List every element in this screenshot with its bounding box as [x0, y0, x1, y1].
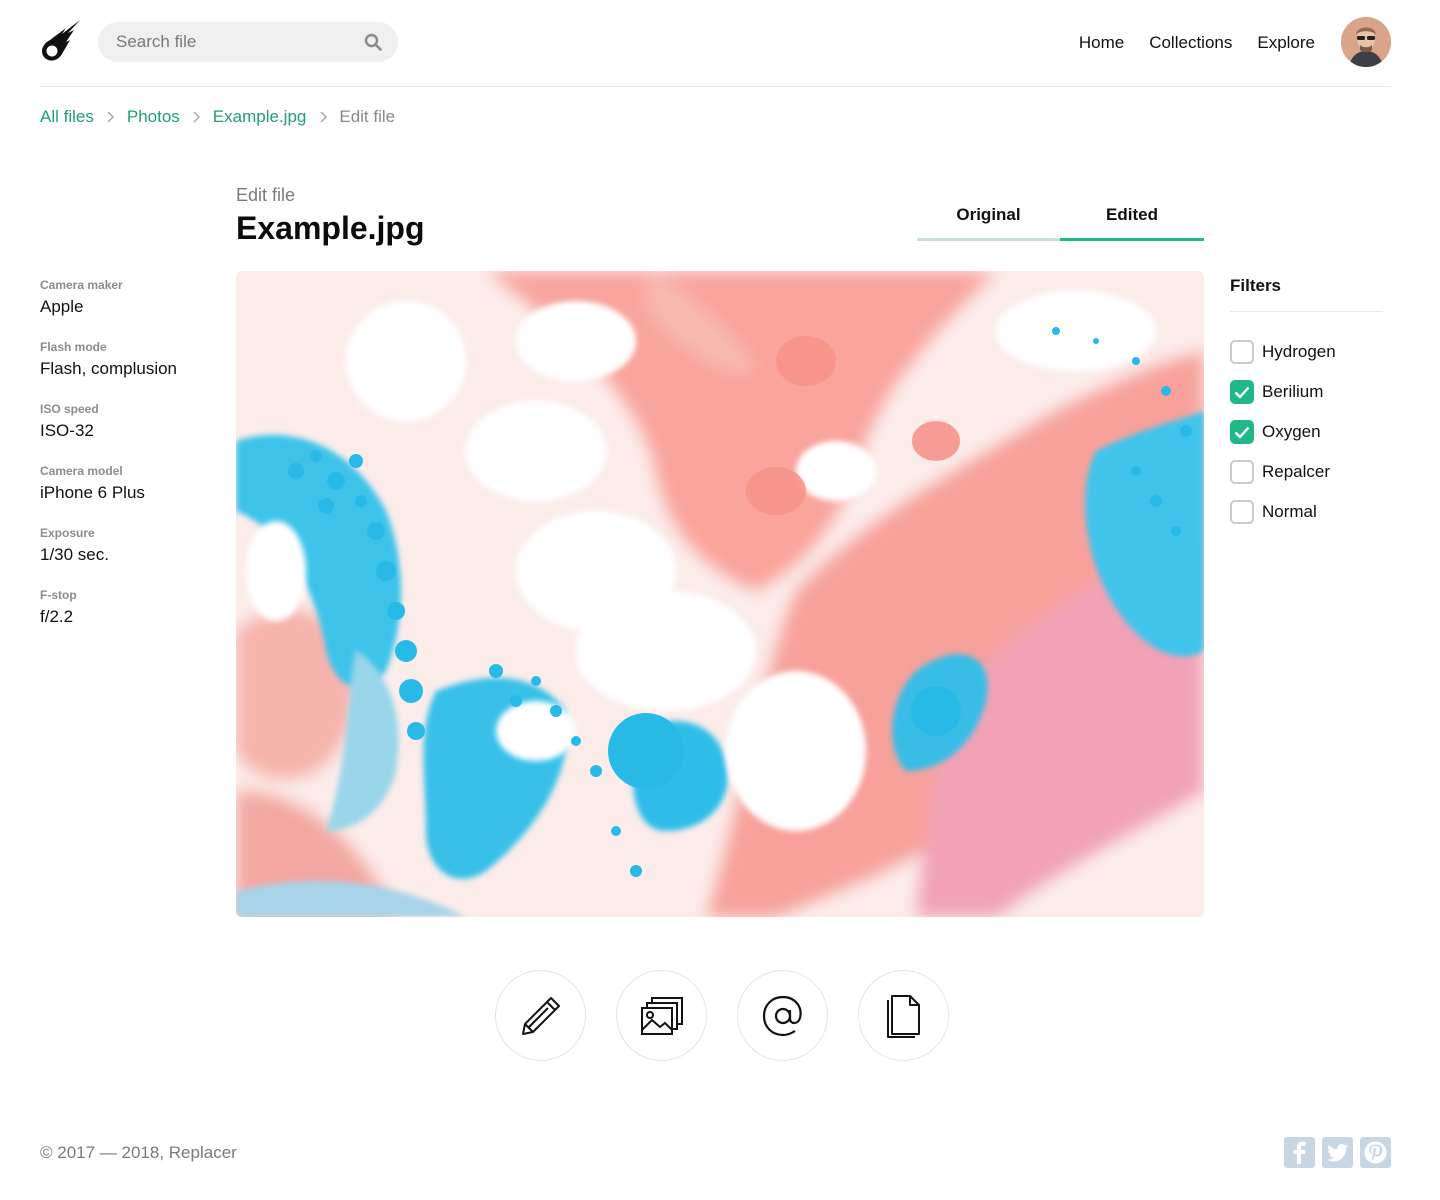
meta-exposure: Exposure 1/30 sec.: [40, 526, 220, 587]
filter-label: Repalcer: [1262, 462, 1331, 481]
chevron-right-icon: [94, 111, 127, 123]
comet-logo-icon[interactable]: [40, 20, 80, 62]
nav-home[interactable]: Home: [1079, 33, 1124, 53]
meta-value: f/2.2: [40, 607, 74, 626]
meta-flash-mode: Flash mode Flash, complusion: [40, 340, 220, 401]
filter-label: Hydrogen: [1262, 342, 1336, 361]
meta-value: iPhone 6 Plus: [40, 483, 145, 502]
twitter-icon[interactable]: [1322, 1137, 1353, 1168]
page-title: Example.jpg: [236, 210, 425, 246]
file-actions: [495, 970, 949, 1061]
filter-berilium[interactable]: Berilium: [1230, 372, 1383, 412]
search-icon[interactable]: [364, 33, 382, 51]
breadcrumb-all-files[interactable]: All files: [40, 107, 94, 127]
meta-label: Flash mode: [40, 340, 107, 354]
main-nav: Home Collections Explore: [1079, 33, 1315, 53]
breadcrumb-example-jpg[interactable]: Example.jpg: [213, 107, 307, 127]
tab-original[interactable]: Original: [917, 200, 1060, 241]
filter-label: Oxygen: [1262, 422, 1321, 441]
gallery-button[interactable]: [616, 970, 707, 1061]
checkmark-icon: [1234, 426, 1250, 439]
meta-label: F-stop: [40, 588, 77, 602]
filter-hydrogen[interactable]: Hydrogen: [1230, 332, 1383, 372]
meta-camera-maker: Camera maker Apple: [40, 278, 220, 339]
filter-normal[interactable]: Normal: [1230, 492, 1383, 532]
file-preview-image: [236, 271, 1204, 917]
document-button[interactable]: [858, 970, 949, 1061]
user-avatar[interactable]: [1341, 17, 1391, 67]
edit-button[interactable]: [495, 970, 586, 1061]
checkbox-checked[interactable]: [1230, 420, 1254, 444]
meta-label: Exposure: [40, 526, 95, 540]
copyright-text: © 2017 — 2018, Replacer: [40, 1143, 237, 1162]
meta-value: Apple: [40, 297, 84, 316]
pencil-icon: [521, 996, 560, 1035]
meta-label: Camera model: [40, 464, 123, 478]
meta-iso-speed: ISO speed ISO-32: [40, 402, 220, 463]
checkbox-unchecked[interactable]: [1230, 500, 1254, 524]
search-bar: [98, 22, 398, 62]
meta-label: ISO speed: [40, 402, 99, 416]
breadcrumb-current: Edit file: [339, 107, 396, 126]
checkmark-icon: [1234, 386, 1250, 399]
nav-collections[interactable]: Collections: [1149, 33, 1232, 53]
meta-value: Flash, complusion: [40, 359, 178, 378]
share-email-button[interactable]: [737, 970, 828, 1061]
at-sign-icon: [762, 995, 802, 1036]
breadcrumb: All files Photos Example.jpg Edit file: [40, 107, 395, 127]
breadcrumb-photos[interactable]: Photos: [127, 107, 180, 127]
meta-camera-model: Camera model iPhone 6 Plus: [40, 464, 220, 525]
pinterest-icon[interactable]: [1360, 1137, 1391, 1168]
meta-label: Camera maker: [40, 278, 123, 292]
meta-f-stop: F-stop f/2.2: [40, 588, 220, 649]
top-header: Home Collections Explore: [40, 0, 1391, 87]
meta-value: 1/30 sec.: [40, 545, 109, 564]
gallery-icon: [640, 996, 683, 1035]
nav-explore[interactable]: Explore: [1257, 33, 1315, 53]
filter-repalcer[interactable]: Repalcer: [1230, 452, 1383, 492]
filter-oxygen[interactable]: Oxygen: [1230, 412, 1383, 452]
filters-title: Filters: [1230, 276, 1383, 312]
checkbox-unchecked[interactable]: [1230, 460, 1254, 484]
social-links: [1284, 1137, 1391, 1168]
filter-label: Normal: [1262, 502, 1317, 521]
file-metadata: Camera maker Apple Flash mode Flash, com…: [40, 277, 220, 649]
view-tabs: Original Edited: [917, 200, 1204, 241]
filters-panel: Filters Hydrogen Berilium Oxygen Repalce…: [1230, 276, 1383, 532]
chevron-right-icon: [180, 111, 213, 123]
checkbox-unchecked[interactable]: [1230, 340, 1254, 364]
document-icon: [886, 994, 920, 1038]
page-kicker: Edit file: [236, 185, 296, 205]
checkbox-checked[interactable]: [1230, 380, 1254, 404]
search-input[interactable]: [116, 22, 356, 62]
meta-value: ISO-32: [40, 421, 94, 440]
facebook-icon[interactable]: [1284, 1137, 1315, 1168]
chevron-right-icon: [306, 111, 339, 123]
tab-edited[interactable]: Edited: [1060, 200, 1204, 241]
filter-label: Berilium: [1262, 382, 1324, 401]
